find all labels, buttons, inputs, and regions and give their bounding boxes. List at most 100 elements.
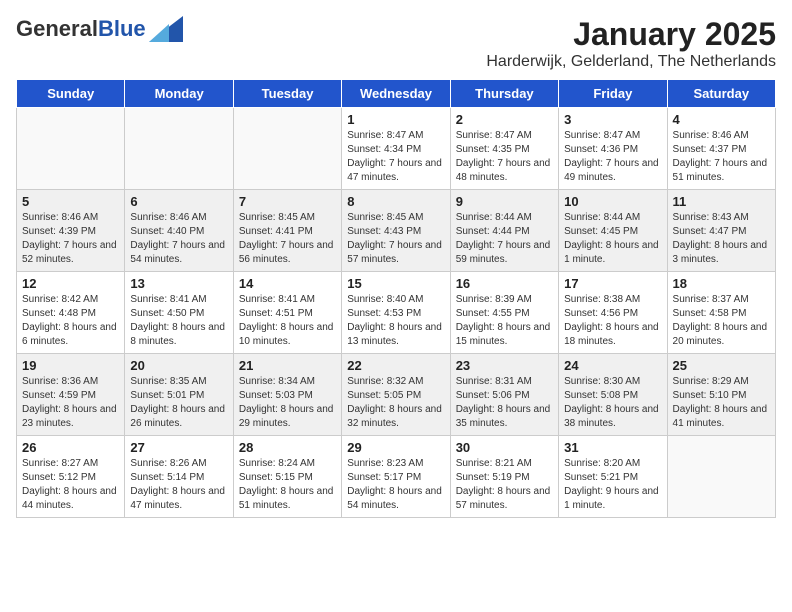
weekday-header-tuesday: Tuesday — [233, 80, 341, 108]
weekday-header-wednesday: Wednesday — [342, 80, 450, 108]
day-number: 25 — [673, 358, 770, 373]
day-info: Sunrise: 8:26 AMSunset: 5:14 PMDaylight:… — [130, 457, 227, 513]
day-info: Sunrise: 8:45 AMSunset: 4:43 PMDaylight:… — [347, 211, 444, 267]
day-number: 23 — [456, 358, 553, 373]
logo-icon — [149, 16, 183, 42]
day-number: 17 — [564, 276, 661, 291]
week-row-3: 12Sunrise: 8:42 AMSunset: 4:48 PMDayligh… — [17, 272, 776, 354]
calendar-cell: 2 Sunrise: 8:47 AMSunset: 4:35 PMDaylight… — [450, 108, 558, 190]
day-number: 3 — [564, 112, 661, 127]
day-info: Sunrise: 8:35 AMSunset: 5:01 PMDaylight:… — [130, 375, 227, 431]
calendar-cell: 30 Sunrise: 8:21 AMSunset: 5:19 PMDayligh… — [450, 436, 558, 518]
calendar-cell: 6Sunrise: 8:46 AMSunset: 4:40 PMDaylight… — [125, 190, 233, 272]
day-number: 30 — [456, 440, 553, 455]
day-number: 11 — [673, 194, 770, 209]
day-number: 22 — [347, 358, 444, 373]
calendar-cell: 18 Sunrise: 8:37 AMSunset: 4:58 PMDayligh… — [667, 272, 775, 354]
day-number: 15 — [347, 276, 444, 291]
day-number: 28 — [239, 440, 336, 455]
calendar-cell: 12Sunrise: 8:42 AMSunset: 4:48 PMDayligh… — [17, 272, 125, 354]
calendar-cell: 14Sunrise: 8:41 AMSunset: 4:51 PMDayligh… — [233, 272, 341, 354]
calendar-cell: 16Sunrise: 8:39 AMSunset: 4:55 PMDayligh… — [450, 272, 558, 354]
week-row-2: 5 Sunrise: 8:46 AMSunset: 4:39 PMDaylight… — [17, 190, 776, 272]
day-info: Sunrise: 8:31 AMSunset: 5:06 PMDaylight:… — [456, 375, 553, 431]
calendar-cell: 7 Sunrise: 8:45 AMSunset: 4:41 PMDaylight… — [233, 190, 341, 272]
calendar-cell: 19Sunrise: 8:36 AMSunset: 4:59 PMDayligh… — [17, 354, 125, 436]
day-info: Sunrise: 8:29 AMSunset: 5:10 PMDaylight:… — [673, 375, 770, 431]
day-info: Sunrise: 8:27 AMSunset: 5:12 PMDaylight:… — [22, 457, 119, 513]
calendar-cell: 4 Sunrise: 8:46 AMSunset: 4:37 PMDaylight… — [667, 108, 775, 190]
week-row-4: 19Sunrise: 8:36 AMSunset: 4:59 PMDayligh… — [17, 354, 776, 436]
day-number: 9 — [456, 194, 553, 209]
day-number: 27 — [130, 440, 227, 455]
day-info: Sunrise: 8:44 AMSunset: 4:45 PMDaylight:… — [564, 211, 661, 267]
calendar-cell: 11 Sunrise: 8:43 AMSunset: 4:47 PMDayligh… — [667, 190, 775, 272]
logo: General Blue — [16, 16, 183, 42]
day-info: Sunrise: 8:24 AMSunset: 5:15 PMDaylight:… — [239, 457, 336, 513]
day-number: 16 — [456, 276, 553, 291]
calendar-cell: 1 Sunrise: 8:47 AMSunset: 4:34 PMDaylight… — [342, 108, 450, 190]
day-info: Sunrise: 8:32 AMSunset: 5:05 PMDaylight:… — [347, 375, 444, 431]
day-info: Sunrise: 8:20 AMSunset: 5:21 PMDaylight:… — [564, 457, 661, 513]
day-number: 6 — [130, 194, 227, 209]
weekday-header-saturday: Saturday — [667, 80, 775, 108]
day-info: Sunrise: 8:40 AMSunset: 4:53 PMDaylight:… — [347, 293, 444, 349]
day-info: Sunrise: 8:34 AMSunset: 5:03 PMDaylight:… — [239, 375, 336, 431]
month-title: January 2025 — [486, 16, 776, 53]
page-header: General Blue January 2025 Harderwijk, Ge… — [16, 16, 776, 71]
calendar-cell: 8Sunrise: 8:45 AMSunset: 4:43 PMDaylight… — [342, 190, 450, 272]
calendar-cell: 27 Sunrise: 8:26 AMSunset: 5:14 PMDayligh… — [125, 436, 233, 518]
week-row-5: 26 Sunrise: 8:27 AMSunset: 5:12 PMDayligh… — [17, 436, 776, 518]
day-info: Sunrise: 8:44 AMSunset: 4:44 PMDaylight:… — [456, 211, 553, 267]
calendar-cell: 17 Sunrise: 8:38 AMSunset: 4:56 PMDayligh… — [559, 272, 667, 354]
weekday-header-friday: Friday — [559, 80, 667, 108]
title-block: January 2025 Harderwijk, Gelderland, The… — [486, 16, 776, 71]
day-info: Sunrise: 8:47 AMSunset: 4:35 PMDaylight:… — [456, 129, 553, 185]
day-info: Sunrise: 8:38 AMSunset: 4:56 PMDaylight:… — [564, 293, 661, 349]
day-number: 10 — [564, 194, 661, 209]
day-number: 29 — [347, 440, 444, 455]
calendar-cell: 29Sunrise: 8:23 AMSunset: 5:17 PMDayligh… — [342, 436, 450, 518]
day-number: 1 — [347, 112, 444, 127]
day-number: 21 — [239, 358, 336, 373]
calendar-cell: 31Sunrise: 8:20 AMSunset: 5:21 PMDayligh… — [559, 436, 667, 518]
day-number: 13 — [130, 276, 227, 291]
calendar-cell — [17, 108, 125, 190]
day-info: Sunrise: 8:37 AMSunset: 4:58 PMDaylight:… — [673, 293, 770, 349]
calendar-cell: 28 Sunrise: 8:24 AMSunset: 5:15 PMDayligh… — [233, 436, 341, 518]
day-number: 4 — [673, 112, 770, 127]
day-number: 2 — [456, 112, 553, 127]
day-info: Sunrise: 8:43 AMSunset: 4:47 PMDaylight:… — [673, 211, 770, 267]
day-info: Sunrise: 8:45 AMSunset: 4:41 PMDaylight:… — [239, 211, 336, 267]
day-info: Sunrise: 8:47 AMSunset: 4:34 PMDaylight:… — [347, 129, 444, 185]
weekday-header-sunday: Sunday — [17, 80, 125, 108]
location-subtitle: Harderwijk, Gelderland, The Netherlands — [486, 53, 776, 71]
weekday-header-monday: Monday — [125, 80, 233, 108]
calendar-cell: 21 Sunrise: 8:34 AMSunset: 5:03 PMDayligh… — [233, 354, 341, 436]
day-info: Sunrise: 8:21 AMSunset: 5:19 PMDaylight:… — [456, 457, 553, 513]
day-number: 24 — [564, 358, 661, 373]
calendar-cell: 24 Sunrise: 8:30 AMSunset: 5:08 PMDayligh… — [559, 354, 667, 436]
day-number: 7 — [239, 194, 336, 209]
week-row-1: 1 Sunrise: 8:47 AMSunset: 4:34 PMDaylight… — [17, 108, 776, 190]
day-number: 18 — [673, 276, 770, 291]
weekday-header-row: SundayMondayTuesdayWednesdayThursdayFrid… — [17, 80, 776, 108]
calendar-cell — [667, 436, 775, 518]
logo-blue-text: Blue — [98, 16, 146, 42]
calendar-cell — [125, 108, 233, 190]
day-info: Sunrise: 8:46 AMSunset: 4:37 PMDaylight:… — [673, 129, 770, 185]
calendar-table: SundayMondayTuesdayWednesdayThursdayFrid… — [16, 79, 776, 518]
calendar-cell: 9 Sunrise: 8:44 AMSunset: 4:44 PMDaylight… — [450, 190, 558, 272]
calendar-cell: 23 Sunrise: 8:31 AMSunset: 5:06 PMDayligh… — [450, 354, 558, 436]
day-number: 5 — [22, 194, 119, 209]
calendar-cell: 25 Sunrise: 8:29 AMSunset: 5:10 PMDayligh… — [667, 354, 775, 436]
day-info: Sunrise: 8:46 AMSunset: 4:39 PMDaylight:… — [22, 211, 119, 267]
day-number: 26 — [22, 440, 119, 455]
day-info: Sunrise: 8:41 AMSunset: 4:51 PMDaylight:… — [239, 293, 336, 349]
calendar-cell: 20 Sunrise: 8:35 AMSunset: 5:01 PMDayligh… — [125, 354, 233, 436]
day-info: Sunrise: 8:30 AMSunset: 5:08 PMDaylight:… — [564, 375, 661, 431]
day-number: 20 — [130, 358, 227, 373]
day-info: Sunrise: 8:47 AMSunset: 4:36 PMDaylight:… — [564, 129, 661, 185]
weekday-header-thursday: Thursday — [450, 80, 558, 108]
calendar-cell: 26 Sunrise: 8:27 AMSunset: 5:12 PMDayligh… — [17, 436, 125, 518]
